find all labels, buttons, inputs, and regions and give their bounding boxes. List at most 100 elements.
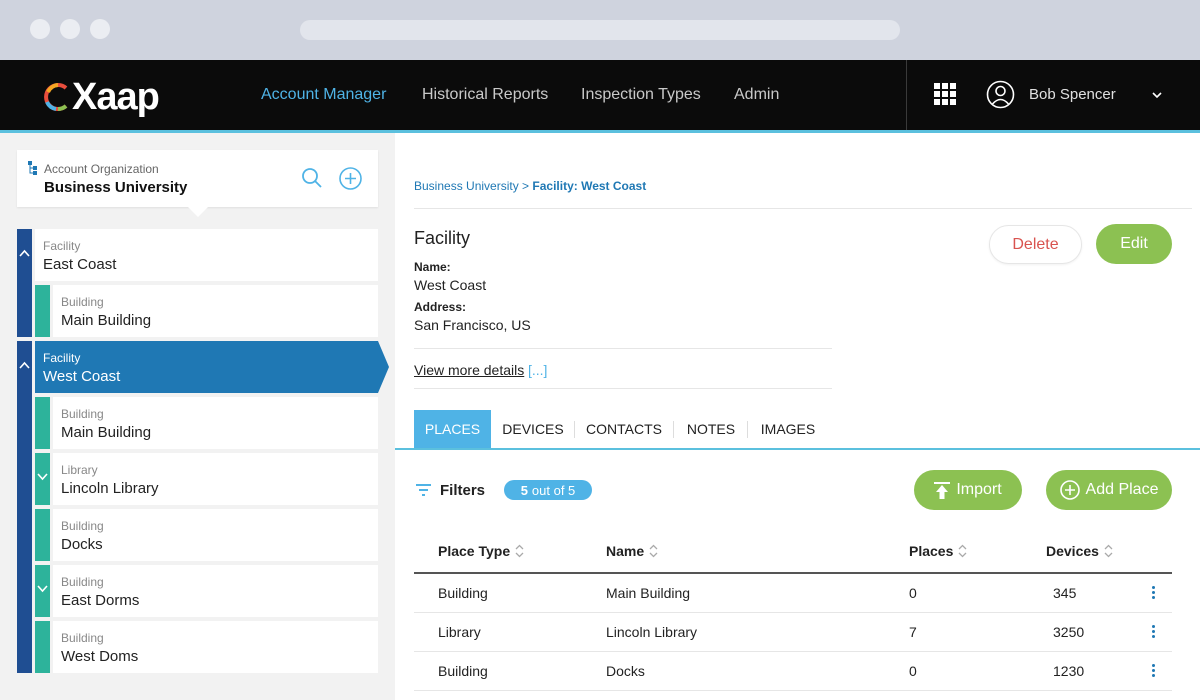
- tree-item-main-building[interactable]: Building Main Building: [53, 285, 378, 337]
- tab-separator: [574, 421, 575, 438]
- cell-devices: 3250: [1053, 624, 1085, 640]
- window-minimize-dot[interactable]: [60, 19, 80, 39]
- facility-expand-bar[interactable]: [17, 341, 32, 673]
- breadcrumb-root[interactable]: Business University: [414, 179, 519, 193]
- user-name[interactable]: Bob Spencer: [1029, 86, 1116, 103]
- user-avatar-icon[interactable]: [986, 80, 1015, 109]
- filters-label[interactable]: Filters: [440, 482, 485, 499]
- breadcrumb: Business University > Facility: West Coa…: [414, 179, 646, 193]
- column-header-devices[interactable]: Devices: [1046, 543, 1113, 559]
- upload-icon: [934, 481, 951, 499]
- filter-icon[interactable]: [415, 483, 432, 497]
- search-icon[interactable]: [301, 167, 323, 189]
- row-divider: [414, 612, 1172, 613]
- row-menu-icon[interactable]: [1150, 664, 1156, 680]
- column-header-name[interactable]: Name: [606, 543, 658, 559]
- tree-item-type: Library: [61, 463, 98, 477]
- column-header-place-type[interactable]: Place Type: [438, 543, 524, 559]
- row-menu-icon[interactable]: [1150, 586, 1156, 602]
- cell-place-type: Library: [438, 624, 481, 640]
- view-more-details-link[interactable]: View more details: [414, 362, 524, 378]
- view-more-expand[interactable]: [...]: [528, 362, 547, 378]
- chevron-down-icon[interactable]: [1150, 88, 1164, 102]
- import-button[interactable]: Import: [914, 470, 1022, 510]
- sort-icon: [1104, 544, 1113, 558]
- tree-child-bar: [35, 397, 50, 449]
- tree-child-bar: [35, 509, 50, 561]
- tab-devices[interactable]: DEVICES: [497, 410, 569, 448]
- org-label: Account Organization: [44, 162, 159, 176]
- logo-text: Xaap: [72, 75, 160, 118]
- chevron-down-icon: [37, 585, 48, 593]
- cell-devices: 345: [1053, 585, 1077, 601]
- cell-name: Main Building: [606, 585, 691, 601]
- cell-places: 0: [909, 585, 917, 601]
- add-place-button[interactable]: Add Place: [1046, 470, 1172, 510]
- column-title: Place Type: [438, 543, 511, 559]
- header-divider: [906, 60, 907, 130]
- tree-item-name: Lincoln Library: [61, 480, 159, 497]
- tab-contacts[interactable]: CONTACTS: [580, 410, 668, 448]
- tree-item-east-dorms[interactable]: Building East Dorms: [53, 565, 378, 617]
- divider: [414, 388, 832, 389]
- nav-historical-reports[interactable]: Historical Reports: [422, 86, 548, 104]
- sort-icon: [515, 544, 524, 558]
- tree-item-lincoln-library[interactable]: Library Lincoln Library: [53, 453, 378, 505]
- row-menu-icon[interactable]: [1150, 625, 1156, 641]
- tree-item-main-building[interactable]: Building Main Building: [53, 397, 378, 449]
- tree-facility-east-coast[interactable]: Facility East Coast: [35, 229, 378, 281]
- edit-button[interactable]: Edit: [1096, 224, 1172, 264]
- chevron-down-icon: [37, 473, 48, 481]
- table-header-divider: [414, 572, 1172, 574]
- org-name[interactable]: Business University: [44, 179, 187, 196]
- results-count: 5: [520, 482, 528, 498]
- tree-child-expand-bar[interactable]: [35, 453, 50, 505]
- facility-expand-bar[interactable]: [17, 229, 32, 337]
- tree-child-bar: [35, 621, 50, 673]
- chevron-up-icon: [19, 249, 30, 257]
- tree-item-name: Main Building: [61, 312, 152, 329]
- tab-images[interactable]: IMAGES: [753, 410, 823, 448]
- results-count-suffix: out of 5: [531, 482, 576, 498]
- window-maximize-dot[interactable]: [90, 19, 110, 39]
- tree-item-type: Building: [61, 295, 104, 309]
- breadcrumb-current: Facility: West Coast: [532, 179, 647, 193]
- column-header-places[interactable]: Places: [909, 543, 967, 559]
- address-bar[interactable]: [300, 20, 900, 40]
- tab-separator: [747, 421, 748, 438]
- tree-item-name: East Coast: [43, 256, 117, 273]
- tree-item-west-doms[interactable]: Building West Doms: [53, 621, 378, 673]
- brand-logo[interactable]: Xaap: [44, 75, 160, 118]
- cell-places: 0: [909, 663, 917, 679]
- delete-button[interactable]: Delete: [989, 225, 1082, 264]
- add-circle-icon[interactable]: [339, 167, 362, 190]
- nav-inspection-types[interactable]: Inspection Types: [581, 86, 701, 104]
- column-title: Places: [909, 543, 954, 559]
- sort-icon: [649, 544, 658, 558]
- tab-notes[interactable]: NOTES: [680, 410, 742, 448]
- tab-places[interactable]: PLACES: [414, 410, 491, 448]
- cell-place-type: Building: [438, 585, 488, 601]
- facility-name-value: West Coast: [414, 277, 487, 293]
- window-close-dot[interactable]: [30, 19, 50, 39]
- add-circle-icon: [1059, 480, 1080, 500]
- tab-separator: [673, 421, 674, 438]
- tree-facility-west-coast[interactable]: Facility West Coast: [35, 341, 378, 393]
- import-label: Import: [956, 481, 1002, 498]
- breadcrumb-separator: >: [522, 179, 530, 193]
- column-title: Name: [606, 543, 645, 559]
- tree-item-name: Docks: [61, 536, 103, 553]
- divider: [414, 208, 1192, 209]
- tree-item-type: Building: [61, 519, 104, 533]
- cell-place-type: Building: [438, 663, 488, 679]
- cell-name: Docks: [606, 663, 645, 679]
- tabs-underline: [395, 448, 1200, 450]
- apps-grid-icon[interactable]: [934, 83, 956, 105]
- tree-child-expand-bar[interactable]: [35, 565, 50, 617]
- tree-item-name: West Doms: [61, 648, 139, 665]
- row-divider: [414, 651, 1172, 652]
- tree-item-docks[interactable]: Building Docks: [53, 509, 378, 561]
- hierarchy-icon: [28, 161, 37, 175]
- nav-account-manager[interactable]: Account Manager: [261, 86, 386, 104]
- nav-admin[interactable]: Admin: [734, 86, 779, 104]
